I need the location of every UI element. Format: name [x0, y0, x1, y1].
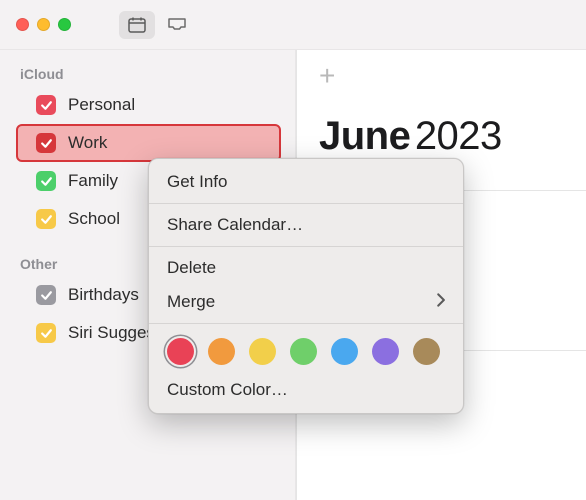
menu-custom-color[interactable]: Custom Color…: [149, 373, 463, 407]
add-event-area: +: [297, 50, 586, 102]
color-swatch-yellow[interactable]: [249, 338, 276, 365]
sidebar-item-label: Birthdays: [68, 285, 139, 305]
sidebar-item-work[interactable]: Work: [16, 124, 281, 162]
sidebar-item-label: Family: [68, 171, 118, 191]
color-swatch-blue[interactable]: [331, 338, 358, 365]
menu-merge-label: Merge: [167, 292, 215, 312]
context-menu: Get Info Share Calendar… Delete Merge Cu…: [148, 158, 464, 414]
close-button[interactable]: [16, 18, 29, 31]
sidebar-item-label: Personal: [68, 95, 135, 115]
month-title: June 2023: [297, 102, 586, 159]
menu-share-calendar[interactable]: Share Calendar…: [149, 208, 463, 242]
month-label: June: [319, 114, 410, 158]
calendar-view-button[interactable]: [119, 11, 155, 39]
calendar-icon: [128, 17, 146, 33]
titlebar: [0, 0, 586, 50]
color-swatch-brown[interactable]: [413, 338, 440, 365]
chevron-right-icon: [436, 292, 445, 312]
menu-delete[interactable]: Delete: [149, 251, 463, 285]
minimize-button[interactable]: [37, 18, 50, 31]
year-value: 2023: [415, 114, 502, 158]
color-swatch-purple[interactable]: [372, 338, 399, 365]
tray-icon: [167, 17, 187, 33]
app-window: iCloud Personal Work Family School Other: [0, 0, 586, 500]
color-swatch-red[interactable]: [167, 338, 194, 365]
checkbox-icon[interactable]: [36, 133, 56, 153]
add-event-button[interactable]: +: [319, 62, 335, 90]
window-controls: [16, 18, 71, 31]
sidebar-item-personal[interactable]: Personal: [0, 86, 295, 124]
color-picker-row: [149, 328, 463, 373]
zoom-button[interactable]: [58, 18, 71, 31]
checkbox-icon[interactable]: [36, 95, 56, 115]
plus-icon: +: [319, 60, 335, 91]
sidebar-group-header: iCloud: [0, 58, 295, 86]
checkbox-icon[interactable]: [36, 171, 56, 191]
checkbox-icon[interactable]: [36, 285, 56, 305]
menu-separator: [149, 323, 463, 324]
menu-get-info[interactable]: Get Info: [149, 165, 463, 199]
checkbox-icon[interactable]: [36, 323, 56, 343]
menu-separator: [149, 246, 463, 247]
sidebar-item-label: School: [68, 209, 120, 229]
color-swatch-orange[interactable]: [208, 338, 235, 365]
toolbar: [119, 11, 195, 39]
sidebar-item-label: Work: [68, 133, 107, 153]
menu-separator: [149, 203, 463, 204]
menu-merge[interactable]: Merge: [149, 285, 463, 319]
color-swatch-green[interactable]: [290, 338, 317, 365]
inbox-button[interactable]: [159, 11, 195, 39]
checkbox-icon[interactable]: [36, 209, 56, 229]
